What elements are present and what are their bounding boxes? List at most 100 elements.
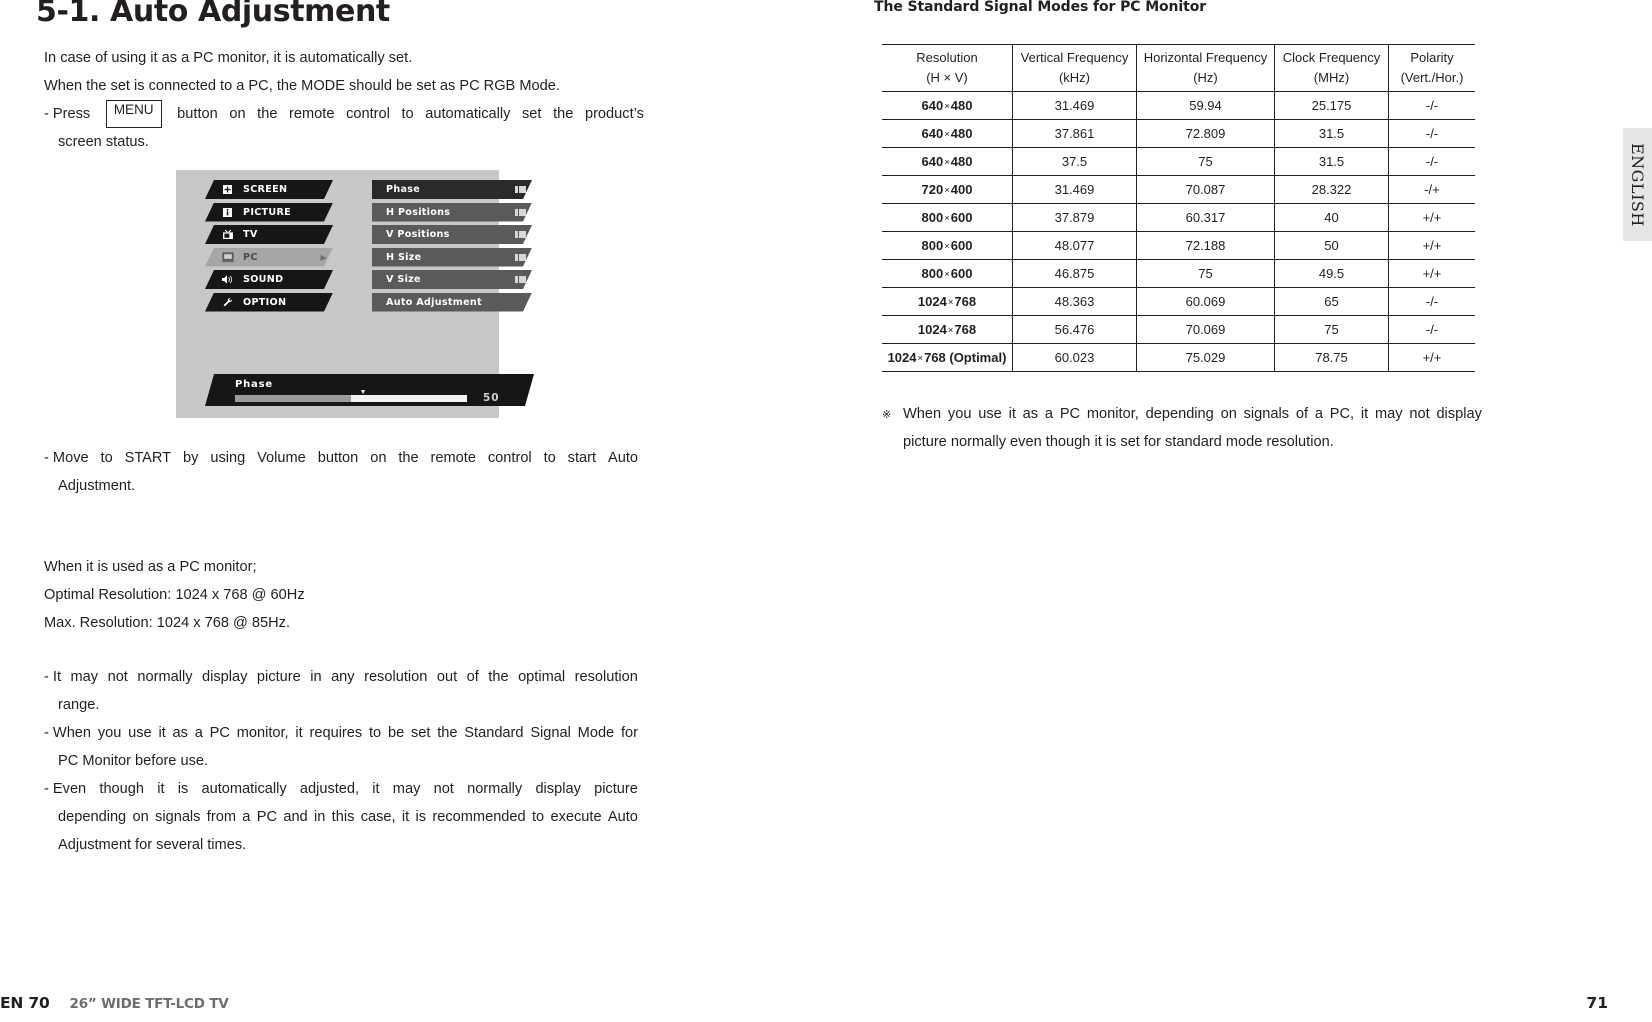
cell-clock-frequency: 40: [1274, 203, 1389, 232]
cell-polarity: +/+: [1388, 343, 1475, 372]
press-word: on: [229, 106, 246, 122]
word: execute: [550, 809, 602, 825]
word: Signal: [530, 725, 571, 741]
table-row: 720×400 31.469 70.087 28.322 -/+: [882, 175, 1475, 204]
cell-resolution: 640×480: [882, 119, 1013, 148]
table-row: 1024×768 56.476 70.069 75 -/-: [882, 315, 1475, 344]
cell-resolution: 720×400: [882, 175, 1013, 204]
osd-item-option[interactable]: OPTION: [205, 292, 333, 312]
cell-vertical-frequency: 60.023: [1012, 343, 1137, 372]
note-text: When you use it as a PC monitor, dependi…: [882, 400, 1482, 456]
resolution-info-line-2: Optimal Resolution: 1024 x 768 @ 60Hz: [44, 587, 305, 603]
header-line-2: (kHz): [1058, 70, 1091, 85]
osd-item-tv[interactable]: TV: [205, 225, 333, 244]
osd-submenu-h-positions[interactable]: H Positions: [372, 202, 532, 222]
word: case,: [360, 809, 396, 825]
slider-track[interactable]: [235, 395, 467, 402]
osd-category-list: SCREEN PICTURE TV PC ▶ SOUND OPTION: [205, 180, 357, 315]
press-word: product’s: [584, 106, 644, 122]
word: may: [1374, 406, 1403, 422]
word: - Even: [44, 781, 87, 797]
intro-line-1: In case of using it as a PC monitor, it …: [44, 50, 413, 66]
word: on: [370, 450, 387, 466]
cell-resolution: 800×600: [882, 203, 1013, 232]
press-menu-line-2: screen status.: [58, 134, 149, 150]
level-bars-icon: [515, 253, 526, 261]
bullet-3-line-3: Adjustment for several times.: [58, 837, 247, 853]
cell-resolution: 800×600: [882, 231, 1013, 260]
footer-page-number: 71: [1586, 994, 1608, 1012]
word: out: [436, 669, 458, 685]
word: of: [466, 669, 479, 685]
table-row: 1024×768 (Optimal) 60.023 75.029 78.75 +/+: [882, 343, 1475, 372]
cell-horizontal-frequency: 60.069: [1136, 287, 1275, 316]
word: Volume: [257, 450, 306, 466]
osd-slider-value: 50: [483, 392, 500, 404]
osd-item-label: TV: [243, 229, 258, 240]
cell-clock-frequency: 31.5: [1274, 147, 1389, 176]
move-start-line-1: - Move to START by using Volume button o…: [44, 444, 638, 472]
osd-submenu-phase[interactable]: Phase: [372, 180, 532, 199]
cell-resolution: 1024×768: [882, 287, 1013, 316]
press-prefix: - Press: [44, 106, 91, 122]
word: on: [1220, 406, 1237, 422]
page-title: 5-1. Auto Adjustment: [36, 0, 390, 29]
cell-resolution: 800×600: [882, 259, 1013, 288]
cell-polarity: -/-: [1388, 315, 1475, 344]
osd-item-picture[interactable]: PICTURE: [205, 202, 333, 222]
osd-submenu-h-size[interactable]: H Size: [372, 247, 532, 267]
right-page: The Standard Signal Modes for PC Monitor…: [826, 0, 1652, 1022]
word: optimal: [518, 669, 566, 685]
word: a: [194, 725, 203, 741]
word: normally: [467, 781, 523, 797]
footer-model-name: 26” WIDE TFT-LCD TV: [69, 996, 229, 1012]
osd-item-label: PICTURE: [243, 206, 292, 218]
english-tab-label: ENGLISH: [1628, 142, 1647, 227]
table-heading: The Standard Signal Modes for PC Monitor: [874, 0, 1207, 15]
bullet-1-line-2: range.: [58, 697, 100, 713]
cell-clock-frequency: 75: [1274, 315, 1389, 344]
word: be: [387, 725, 405, 741]
osd-submenu-v-positions[interactable]: V Positions: [372, 225, 532, 244]
speaker-icon: [221, 274, 234, 285]
osd-submenu-auto-adjustment[interactable]: Auto Adjustment: [372, 292, 532, 312]
word: this: [331, 809, 355, 825]
word: picture: [256, 669, 301, 685]
osd-submenu-v-size[interactable]: V Size: [372, 270, 532, 289]
menu-button-key[interactable]: MENU: [105, 100, 162, 128]
cell-resolution: 640×480: [882, 147, 1013, 176]
osd-submenu-label: Phase: [386, 184, 421, 195]
cell-vertical-frequency: 31.469: [1012, 91, 1137, 120]
osd-submenu-list: Phase H Positions V Positions H Size V S…: [372, 180, 534, 315]
osd-item-screen[interactable]: SCREEN: [205, 180, 333, 199]
bullet-item: - Even though it is automatically adjust…: [44, 775, 638, 859]
wrench-icon: [221, 297, 234, 308]
osd-phase-slider[interactable]: Phase ▼ 50: [205, 374, 534, 406]
level-bars-icon: [515, 231, 526, 238]
word: Auto: [607, 450, 638, 466]
word: display: [535, 781, 581, 797]
word: control: [487, 450, 532, 466]
osd-item-pc[interactable]: PC ▶: [205, 247, 333, 267]
word: use: [978, 406, 1002, 422]
word: recommended: [432, 809, 526, 825]
cell-resolution: 1024×768 (Optimal): [882, 343, 1013, 372]
table-row: 1024×768 48.363 60.069 65 -/-: [882, 287, 1475, 316]
cell-clock-frequency: 50: [1274, 231, 1389, 260]
cell-polarity: -/-: [1388, 91, 1475, 120]
osd-submenu-label: H Positions: [386, 206, 451, 218]
press-menu-line-1: - Press MENU button on the remote contro…: [44, 100, 644, 128]
left-page: 5-1. Auto Adjustment In case of using it…: [0, 0, 826, 1022]
cell-vertical-frequency: 56.476: [1012, 315, 1137, 344]
cell-vertical-frequency: 37.861: [1012, 119, 1137, 148]
resolution-info-line-3: Max. Resolution: 1024 x 768 @ 85Hz.: [44, 615, 291, 631]
word: signals: [1243, 406, 1290, 422]
osd-item-sound[interactable]: SOUND: [205, 270, 333, 289]
osd-submenu-label: H Size: [386, 251, 422, 263]
slider-fill: [235, 395, 351, 402]
press-word: control: [346, 106, 390, 122]
word: monitor,: [1086, 406, 1139, 422]
cell-vertical-frequency: 46.875: [1012, 259, 1137, 288]
press-word: remote: [289, 106, 335, 122]
word: it: [1360, 406, 1369, 422]
